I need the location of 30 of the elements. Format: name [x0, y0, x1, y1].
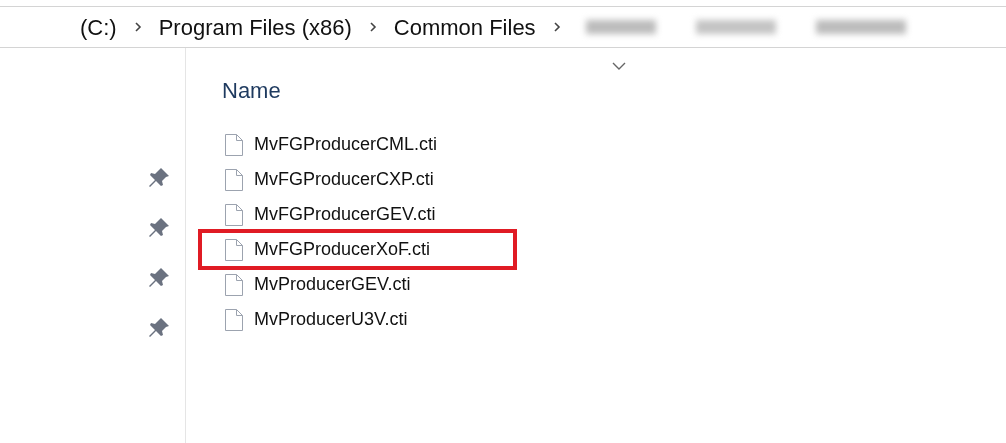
file-name: MvFGProducerCXP.cti — [254, 168, 434, 191]
file-icon — [224, 272, 244, 297]
file-row[interactable]: MvFGProducerCXP.cti — [198, 162, 517, 197]
file-icon — [224, 237, 244, 262]
file-row[interactable]: MvFGProducerGEV.cti — [198, 197, 517, 232]
chevron-right-icon — [551, 21, 562, 33]
file-name: MvProducerU3V.cti — [254, 308, 408, 331]
pin-icon[interactable] — [147, 166, 171, 190]
file-icon — [224, 167, 244, 192]
chevron-right-icon — [367, 21, 378, 33]
file-row[interactable]: MvProducerGEV.cti — [198, 267, 517, 302]
file-name: MvFGProducerGEV.cti — [254, 203, 436, 226]
column-header[interactable]: Name — [222, 74, 281, 107]
file-row[interactable]: MvProducerU3V.cti — [198, 302, 517, 337]
file-row[interactable]: MvFGProducerXoF.cti — [198, 229, 517, 270]
chevron-right-icon — [132, 21, 143, 33]
pin-icon[interactable] — [147, 316, 171, 340]
pin-icon[interactable] — [147, 216, 171, 240]
file-icon — [224, 132, 244, 157]
file-name: MvFGProducerCML.cti — [254, 133, 438, 156]
file-icon — [224, 202, 244, 227]
pin-icon[interactable] — [147, 266, 171, 290]
file-row[interactable]: MvFGProducerCML.cti — [198, 127, 517, 162]
breadcrumb-item[interactable]: Program Files (x86) — [158, 10, 352, 44]
breadcrumb-item[interactable]: Common Files — [393, 10, 536, 44]
file-name: MvProducerGEV.cti — [254, 273, 411, 296]
breadcrumb-item[interactable]: (C:) — [80, 10, 117, 44]
sort-chevron-icon[interactable] — [612, 62, 626, 70]
file-name: MvFGProducerXoF.cti — [254, 238, 431, 261]
file-icon — [224, 307, 244, 332]
